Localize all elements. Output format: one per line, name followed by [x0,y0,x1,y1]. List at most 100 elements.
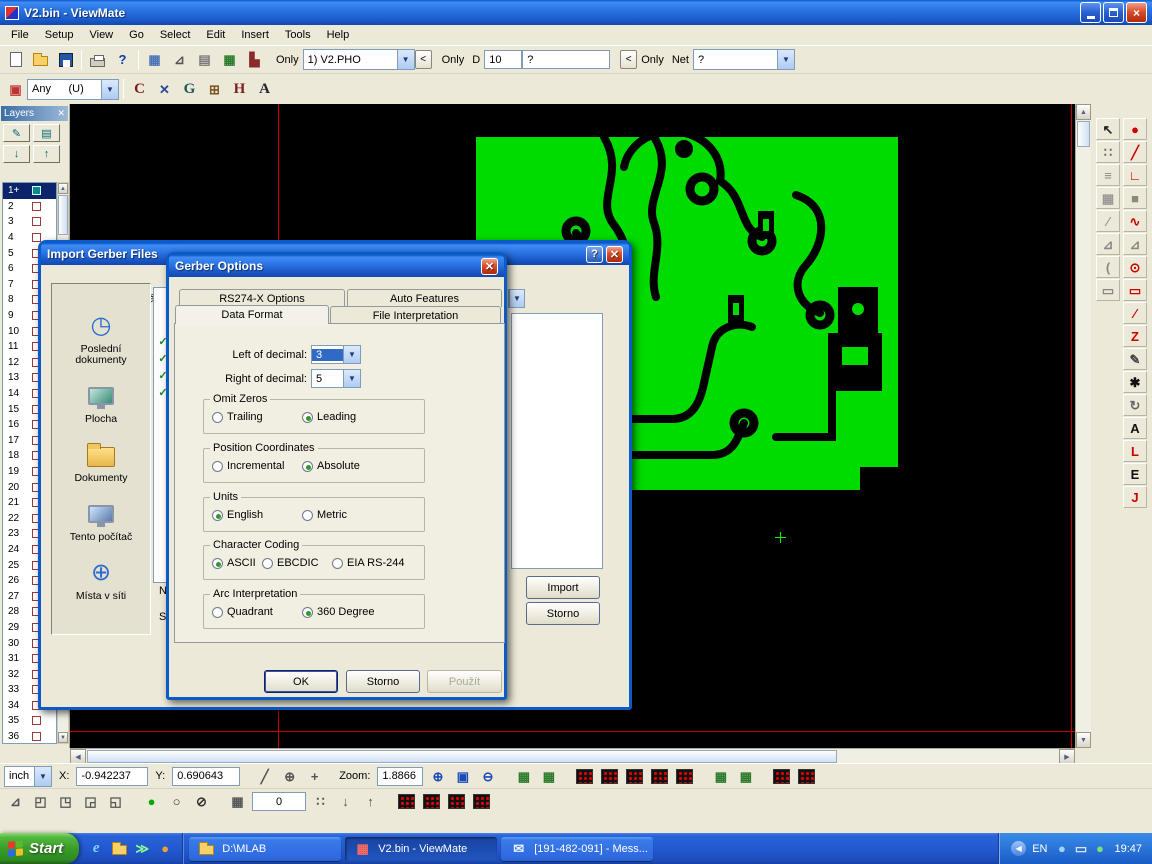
radio-leading[interactable] [302,412,313,423]
measure-icon[interactable]: ⊿ [168,48,191,71]
chevron-down-icon[interactable]: ▼ [397,50,414,69]
menu-select[interactable]: Select [152,27,199,43]
target-icon[interactable]: ⊕ [278,765,301,788]
radio-option-absolute[interactable]: Absolute [302,460,360,472]
step-back-button[interactable]: < [415,50,432,69]
restore-button[interactable] [1103,2,1124,23]
marker-rect-icon[interactable]: ▭ [1096,279,1120,301]
pattern-icon[interactable] [795,765,818,788]
layer-color-swatch[interactable] [32,716,41,725]
pattern-icon[interactable] [420,790,443,813]
draw-thin-icon[interactable]: ∕ [1123,302,1147,324]
snap-points-icon[interactable]: ∷ [1096,141,1120,163]
layer-color-swatch[interactable] [32,732,41,741]
folder-icon[interactable] [195,837,218,860]
mirror-h-icon[interactable]: ⊿ [1096,233,1120,255]
radio-absolute[interactable] [302,461,313,472]
step-back-button-2[interactable]: < [620,50,637,69]
taskbar-task-v2-bin-viewmate[interactable]: ▦V2.bin - ViewMate [345,837,497,861]
antivirus-icon[interactable]: ● [1091,840,1108,857]
table-green-icon[interactable]: ▦ [709,765,732,788]
menu-insert[interactable]: Insert [233,27,277,43]
radio-option-english[interactable]: English [212,509,263,521]
place-tento-po-ta[interactable]: Tento počítač [55,498,147,543]
start-button[interactable]: Start [0,833,79,864]
table-icon[interactable]: ▦ [143,48,166,71]
grid-table-icon[interactable]: ▦ [226,790,249,813]
radio-quadrant[interactable] [212,607,223,618]
tab-data-format[interactable]: Data Format [175,305,329,324]
minimize-button[interactable] [1080,2,1101,23]
radio-option-incremental[interactable]: Incremental [212,460,284,472]
pattern-icon[interactable] [573,765,596,788]
close-icon[interactable]: ✕ [481,258,498,275]
pattern-icon[interactable] [673,765,696,788]
zoom-window-icon[interactable]: ▣ [451,765,474,788]
import-button[interactable]: Import [526,576,600,599]
dcode-input[interactable]: 10 [484,50,522,69]
hook-j-icon[interactable]: J [1123,486,1147,508]
menu-tools[interactable]: Tools [277,27,319,43]
radio-trailing[interactable] [212,412,223,423]
table-green-icon[interactable]: ▦ [734,765,757,788]
pattern-icon[interactable] [395,790,418,813]
radio-incremental[interactable] [212,461,223,472]
place-posledn-dokumenty[interactable]: ◷Poslední dokumenty [55,310,147,366]
corner-ne-icon[interactable]: ◳ [54,790,77,813]
close-icon[interactable]: ✕ [606,246,623,263]
chevron-down-icon[interactable]: ▼ [343,346,360,363]
radio-ebcdic[interactable] [262,558,273,569]
help-icon[interactable]: ? [586,246,603,263]
move-up-button[interactable]: ↑ [33,145,60,163]
draw-spline-icon[interactable]: ∿ [1123,210,1147,232]
layer-color-swatch[interactable] [32,217,41,226]
ruler-icon[interactable]: ⊿ [4,790,27,813]
context-help-icon[interactable]: ? [111,48,134,71]
radio-option-eia-rs-244[interactable]: EIA RS-244 [332,557,404,569]
taskbar-task-191-482-091-mess[interactable]: ✉[191-482-091] - Mess... [501,837,653,861]
table-green-icon[interactable]: ▦ [537,765,560,788]
cancel-button[interactable]: Storno [346,670,420,693]
language-indicator[interactable]: EN [1032,843,1047,855]
pointer-icon[interactable]: ↖ [1096,118,1120,140]
chevron-down-icon[interactable]: ▼ [777,50,794,69]
gerber-dialog-titlebar[interactable]: Gerber Options ✕ [169,255,504,277]
selected-files-listbox[interactable] [511,313,603,569]
chevron-down-icon[interactable]: ▼ [34,767,51,786]
open-file-icon[interactable] [29,48,52,71]
ap-circle-icon[interactable]: C [128,78,151,101]
aperture-filter-combo[interactable]: Any (U) ▼ [27,79,119,100]
new-file-icon[interactable] [4,48,27,71]
radio-option-360-degree[interactable]: 360 Degree [302,606,375,618]
radio-option-ascii[interactable]: ASCII [212,557,256,569]
network-icon[interactable]: ● [1053,840,1070,857]
diagonal-icon[interactable]: ╱ [253,765,276,788]
scroll-right-icon[interactable]: ▶ [1059,749,1075,764]
scroll-down-icon[interactable]: ▼ [1076,732,1091,748]
text-l-icon[interactable]: L [1123,440,1147,462]
pattern-icon[interactable] [598,765,621,788]
ap-a-icon[interactable]: A [253,78,276,101]
pad-round-icon[interactable]: ● [1123,118,1147,140]
keyboard-icon[interactable]: ▭ [1072,840,1089,857]
draw-mirror-icon[interactable]: ⊿ [1123,233,1147,255]
pattern-icon[interactable] [648,765,671,788]
dimension-e-icon[interactable]: E [1123,463,1147,485]
layer-edit-button[interactable]: ✎ [3,124,30,142]
settings-star-icon[interactable]: ✱ [1123,371,1147,393]
anchor-down-icon[interactable]: ↓ [334,790,357,813]
pattern-icon[interactable] [470,790,493,813]
layer-combo[interactable]: 1) V2.PHO ▼ [303,49,415,70]
vertical-scrollbar[interactable]: ▲ ▼ [1075,104,1091,748]
horizontal-scrollbar[interactable]: ◀ ▶ [70,748,1075,764]
layer-row-36[interactable]: 36 [3,729,56,744]
slash-icon[interactable]: ∕ [1096,210,1120,232]
radio-option-trailing[interactable]: Trailing [212,411,263,423]
draw-corner-icon[interactable]: ∟ [1123,164,1147,186]
hide-icons-icon[interactable]: ◀ [1011,841,1026,856]
ap-g-icon[interactable]: G [178,78,201,101]
layer-stack-button[interactable]: ▤ [33,124,60,142]
layer-row-2[interactable]: 2 [3,199,56,215]
edit-pencil-icon[interactable]: ✎ [1123,348,1147,370]
save-file-icon[interactable] [54,48,77,71]
